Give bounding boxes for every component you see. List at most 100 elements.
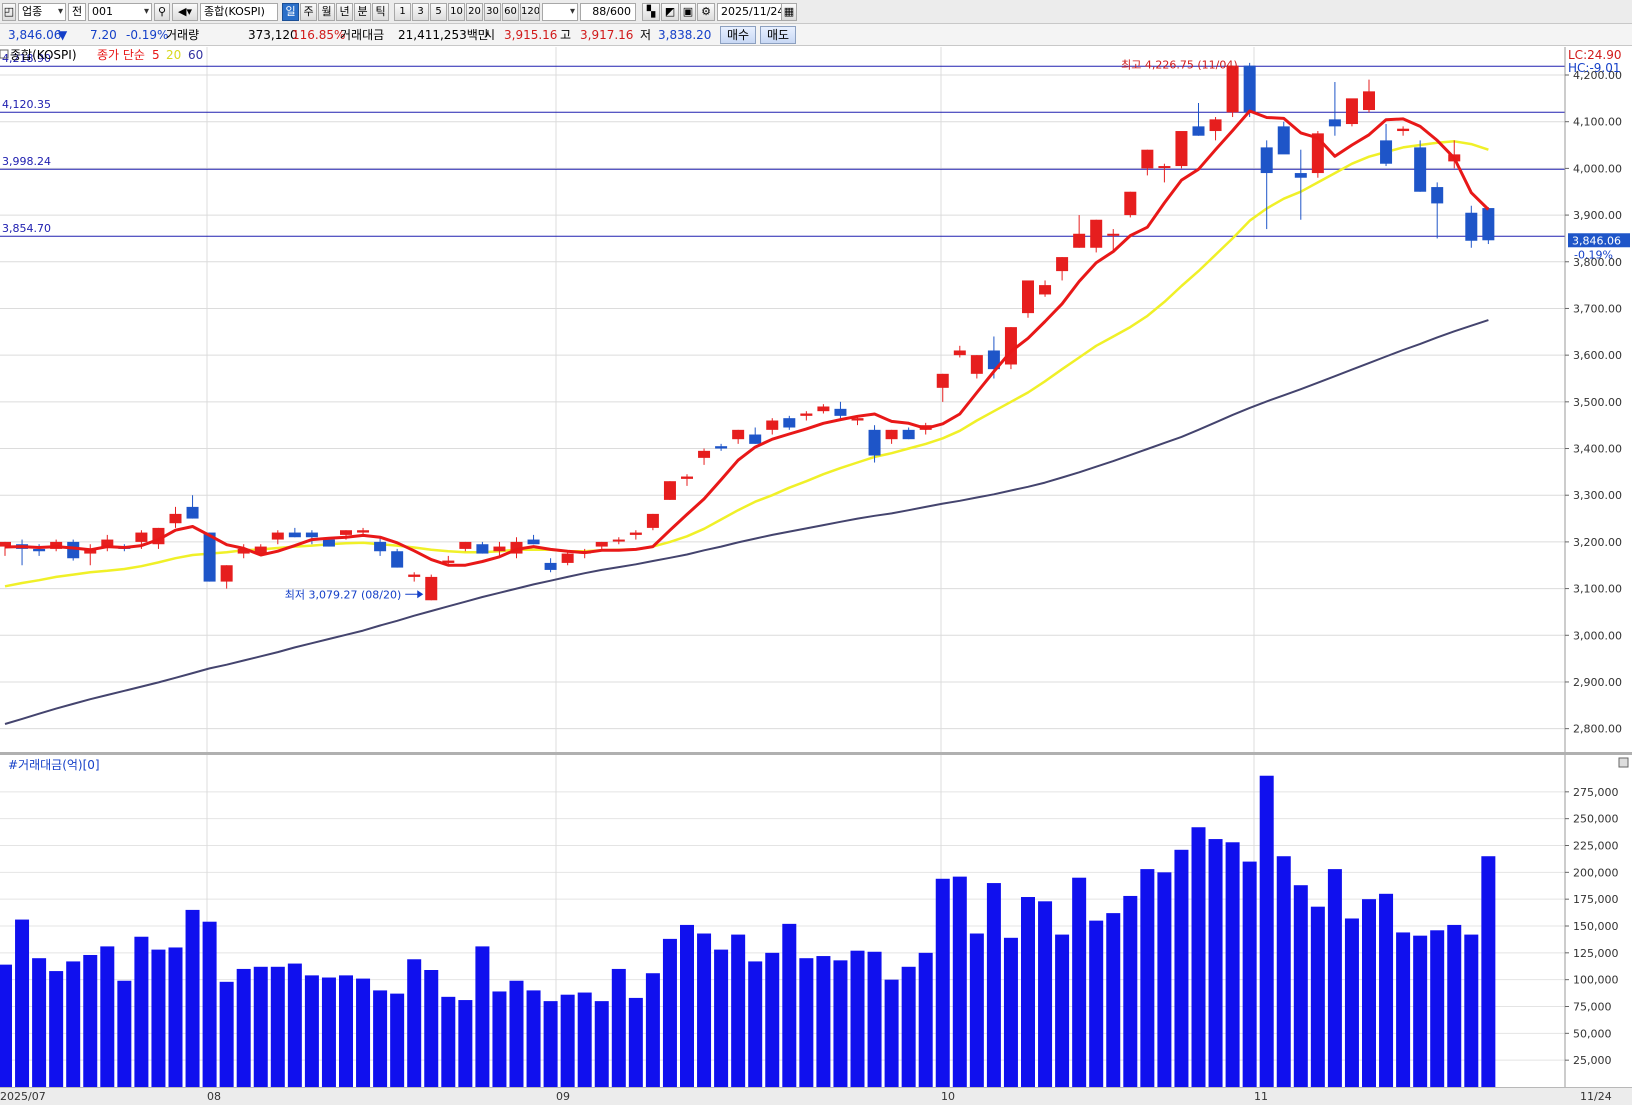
interval-custom-select[interactable] [542,3,578,21]
candle-body [1090,219,1103,248]
amount-value: 21,411,253백만 [398,28,489,42]
volume-bar [731,934,746,1087]
high-label: 고 [560,28,572,42]
candle-body [1328,119,1341,127]
period-tab-5[interactable]: 틱 [372,3,389,21]
candle-body [1073,233,1086,248]
volume-bar [1447,924,1462,1087]
volume-bar [1225,842,1240,1087]
candle-body [408,574,421,577]
volume-pane-close-icon[interactable] [1618,757,1629,768]
volume-bar [1157,872,1172,1087]
candle-body [186,506,199,519]
low-value: 3,838.20 [658,28,712,42]
date-label: 08 [207,1090,221,1103]
buy-button[interactable]: 매수 [720,26,756,44]
volume-bar [901,966,916,1087]
volume-bar [543,1001,558,1087]
price-tick-label: 3,200.00 [1573,536,1622,549]
price-tick-label: 3,300.00 [1573,489,1622,502]
volume-bar [1344,918,1359,1087]
save-icon[interactable]: ▣ [680,3,696,21]
volume-chart[interactable]: 25,000 50,000 75,000 100,000 125,000 150,000 1… [0,755,1632,1087]
volume-bar [1293,885,1308,1087]
date-axis: 2025/07 08 09 10 11 11/24 [0,1087,1632,1105]
price-chart[interactable]: 4,218.904,120.353,998.243,854.70 2,800.0… [0,47,1632,752]
price-change-pct: -0.19% [126,28,169,42]
volume-bar [475,946,490,1087]
date-label: 11/24 [1580,1090,1612,1103]
volume-bar [304,975,319,1087]
period-tab-2[interactable]: 월 [318,3,335,21]
candle-body [1345,98,1358,125]
low-label: 저 [640,28,652,42]
volume-bar [185,909,200,1087]
candle-body [749,434,762,444]
volume-bar [117,980,132,1087]
volume-bar [1174,849,1189,1087]
volume-bar [611,968,626,1087]
volume-bar [867,951,882,1087]
code-input[interactable]: 001 [88,3,152,21]
calendar-icon[interactable]: ▦ [781,3,797,21]
volume-bar [1140,869,1155,1087]
current-price: 3,846.06 [8,28,62,42]
interval-tab-60[interactable]: 60 [502,3,519,21]
open-value: 3,915.16 [504,28,558,42]
period-tab-3[interactable]: 년 [336,3,353,21]
settings-gear-icon[interactable]: ⚙ [697,3,715,21]
volume-bar [134,936,149,1087]
candle-body [357,530,370,533]
display-count-field[interactable]: 88/600 [580,3,636,21]
chart-tool-icon[interactable]: ▚ [642,3,660,21]
chart-type-icon[interactable]: ◩ [661,3,679,21]
candle-body [527,539,540,545]
date-label: 10 [941,1090,955,1103]
candle-body [800,413,813,416]
price-tick-label: 3,100.00 [1573,583,1622,596]
period-tab-4[interactable]: 분 [354,3,371,21]
sell-button[interactable]: 매도 [760,26,796,44]
volume-bar [373,990,388,1087]
volume-bar [1327,869,1342,1087]
volume-speaker-icon[interactable]: ◀▾ [172,3,198,21]
volume-bar [645,973,660,1087]
interval-tab-30[interactable]: 30 [484,3,501,21]
volume-bar [560,994,575,1087]
last-price-label: 3,846.06 [1572,234,1621,247]
interval-tab-120[interactable]: 120 [520,3,540,21]
period-tab-0[interactable]: 일 [282,3,299,21]
period-mode-select[interactable]: 전 [68,3,86,21]
candle-body [902,429,915,440]
volume-bar [986,883,1001,1087]
volume-bar [1106,913,1121,1087]
volume-bar [1191,827,1206,1087]
candle-body [1039,285,1052,295]
candle-body [715,446,728,449]
candle-body [817,406,830,412]
candle-body [476,544,489,554]
interval-tab-3[interactable]: 3 [412,3,429,21]
candle-body [595,541,608,547]
volume-bar [680,924,694,1087]
candle-body [271,532,284,540]
volume-bar [287,963,302,1087]
search-icon[interactable]: ⚲ [154,3,170,21]
market-type-select[interactable]: 업종 [18,3,66,21]
period-tab-1[interactable]: 주 [300,3,317,21]
volume-tick-label: 175,000 [1573,893,1619,906]
candle-body [169,513,182,524]
candle-body [783,418,796,428]
candle-body [953,350,966,356]
volume-bar [321,977,336,1087]
interval-tab-20[interactable]: 20 [466,3,483,21]
interval-tab-10[interactable]: 10 [448,3,465,21]
candle-body [322,539,335,547]
reference-line-label: 3,998.24 [2,155,51,168]
volume-bar [492,991,507,1087]
window-icon[interactable]: ◰ [2,3,16,21]
interval-tab-5[interactable]: 5 [430,3,447,21]
volume-tick-label: 25,000 [1573,1054,1612,1067]
interval-tab-1[interactable]: 1 [394,3,411,21]
candle-body [493,546,506,552]
